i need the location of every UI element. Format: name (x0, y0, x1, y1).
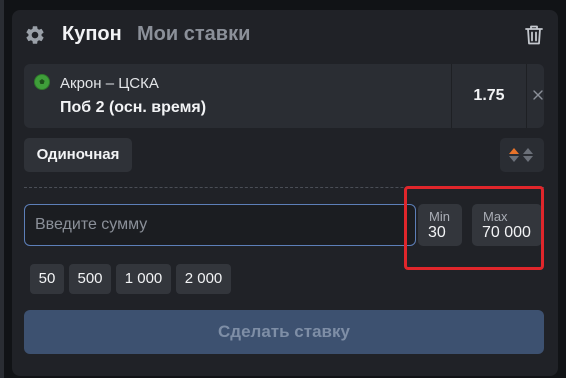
close-icon (533, 90, 543, 100)
tab-coupon[interactable]: Купон (62, 23, 122, 46)
trash-icon[interactable] (524, 24, 544, 46)
event-card: Акрон – ЦСКА Поб 2 (осн. время) 1.75 (24, 64, 544, 128)
highlight-box (404, 186, 544, 270)
soccer-ball-icon (34, 74, 50, 90)
odds-value: 1.75 (473, 87, 505, 104)
remove-event-button[interactable] (527, 64, 544, 128)
stake-input[interactable] (25, 205, 415, 245)
sort-arrows-icon (509, 148, 533, 162)
stake-input-wrapper (24, 204, 416, 246)
bet-outcome: Поб 2 (осн. время) (60, 99, 207, 116)
place-bet-button[interactable]: Сделать ставку (24, 310, 544, 354)
bet-slip-panel: Купон Мои ставки Акрон – ЦСКА Поб 2 (осн… (12, 10, 558, 376)
tab-my-bets[interactable]: Мои ставки (137, 23, 250, 46)
quick-amount-button[interactable]: 50 (30, 264, 64, 294)
match-name: Акрон – ЦСКА (60, 75, 159, 92)
quick-amount-button[interactable]: 2 000 (176, 264, 231, 294)
quick-amount-button[interactable]: 500 (69, 264, 111, 294)
bet-slip-header: Купон Мои ставки (12, 10, 558, 58)
gear-icon[interactable] (24, 24, 46, 46)
left-edge-strip (0, 0, 4, 378)
bet-type-single-button[interactable]: Одиночная (24, 138, 132, 172)
sort-button[interactable] (500, 138, 544, 172)
quick-amount-button[interactable]: 1 000 (116, 264, 171, 294)
